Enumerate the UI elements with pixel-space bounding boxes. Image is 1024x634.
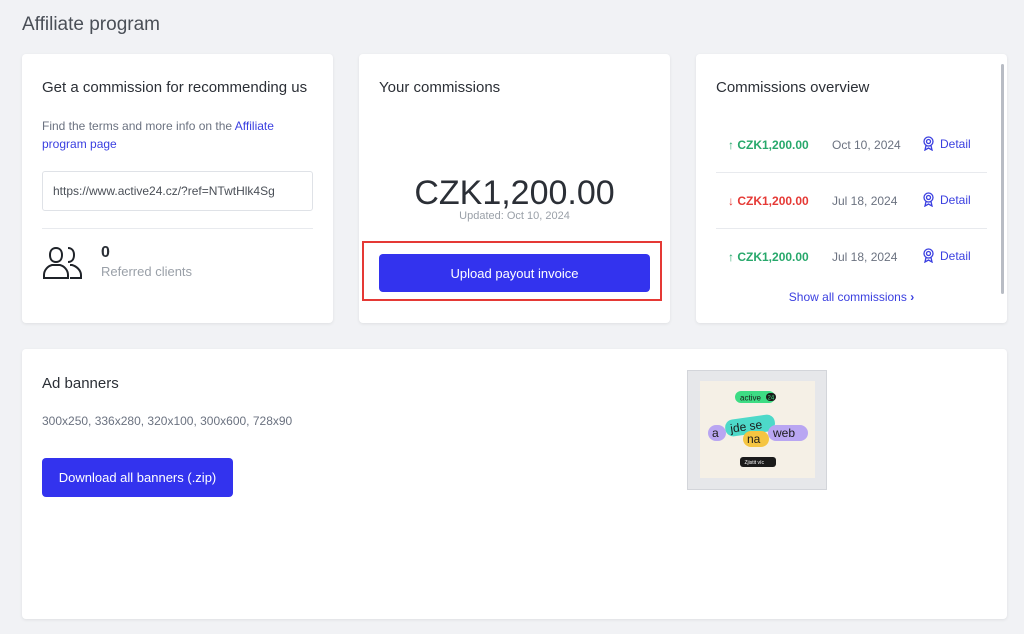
referred-label: Referred clients [101,264,193,279]
certificate-icon [923,192,934,207]
svg-text:a: a [712,426,719,440]
show-all-commissions-link[interactable]: Show all commissions › [696,290,1007,304]
arrow-down-icon: ↓ [728,194,734,208]
terms-text: Find the terms and more info on the Affi… [42,117,302,153]
page-title: Affiliate program [22,14,160,35]
overview-amount: ↑ CZK1,200.00 [728,250,809,264]
overview-date: Jul 18, 2024 [832,194,898,208]
svg-text:24: 24 [768,396,775,402]
arrow-up-icon: ↑ [728,250,734,264]
commissions-overview-card: Commissions overview ↑ CZK1,200.00 Oct 1… [696,54,1007,323]
upload-payout-invoice-button[interactable]: Upload payout invoice [379,254,650,292]
banner-sizes: 300x250, 336x280, 320x100, 300x600, 728x… [42,414,293,428]
overview-date: Oct 10, 2024 [832,138,901,152]
overview-title: Commissions overview [716,79,870,96]
certificate-icon [923,248,934,263]
commissions-card: Your commissions CZK1,200.00 Updated: Oc… [359,54,670,323]
commissions-title: Your commissions [379,79,501,96]
svg-text:active: active [740,394,761,403]
users-icon [43,246,82,279]
overview-amount: ↓ CZK1,200.00 [728,194,809,208]
detail-link[interactable]: Detail [922,192,971,207]
ad-banners-card: Ad banners 300x250, 336x280, 320x100, 30… [22,349,1007,619]
banners-title: Ad banners [42,375,119,392]
overview-row: ↑ CZK1,200.00 Jul 18, 2024 Detail [716,229,987,285]
detail-link[interactable]: Detail [922,248,971,263]
banner-graphic: active 24 a jde se na web Zjistit víc [708,391,808,467]
download-banners-button[interactable]: Download all banners (.zip) [42,458,233,497]
svg-text:web: web [772,426,795,440]
certificate-icon [923,136,934,151]
arrow-up-icon: ↑ [728,138,734,152]
updated-text: Updated: Oct 10, 2024 [459,210,570,222]
overview-date: Jul 18, 2024 [832,250,898,264]
scrollbar[interactable] [1001,64,1004,294]
chevron-right-icon: › [910,290,915,304]
overview-amount: ↑ CZK1,200.00 [728,138,809,152]
commission-amount: CZK1,200.00 [414,174,615,212]
banner-thumbnail[interactable]: active 24 a jde se na web Zjistit víc [687,370,827,490]
terms-prefix: Find the terms and more info on the [42,119,235,133]
referred-count: 0 [101,244,110,261]
recommend-card: Get a commission for recommending us Fin… [22,54,333,323]
detail-link[interactable]: Detail [922,136,971,151]
svg-text:na: na [747,432,761,446]
divider [42,228,313,229]
overview-row: ↑ CZK1,200.00 Oct 10, 2024 Detail [716,117,987,173]
recommend-title: Get a commission for recommending us [42,79,308,96]
referral-url-input[interactable] [42,171,313,211]
overview-row: ↓ CZK1,200.00 Jul 18, 2024 Detail [716,173,987,229]
svg-text:Zjistit víc: Zjistit víc [745,460,765,466]
banner-image: active 24 a jde se na web Zjistit víc [700,381,815,478]
